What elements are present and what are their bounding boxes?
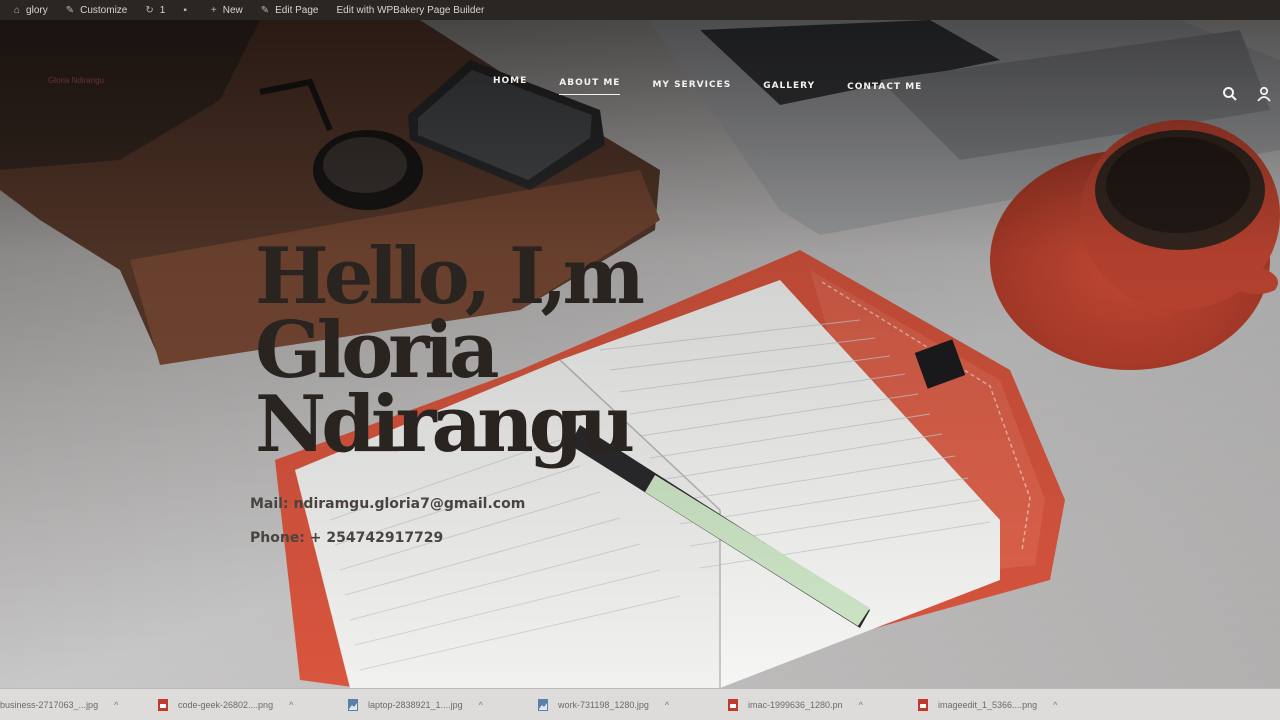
admin-bar-edit-page[interactable]: ✎ Edit Page: [261, 5, 319, 16]
download-item-name: business-2717063_...jpg: [0, 699, 99, 710]
plus-icon: +: [210, 4, 217, 16]
chevron-up-icon[interactable]: ^: [289, 700, 293, 710]
nav-item-my-services[interactable]: MY SERVICES: [652, 80, 731, 95]
admin-bar-comments[interactable]: ▪: [183, 5, 193, 16]
brush-icon: ✎: [65, 4, 75, 16]
chevron-up-icon[interactable]: ^: [665, 700, 669, 710]
download-item-name: code-geek-26802....png: [178, 699, 274, 710]
download-item[interactable]: business-2717063_...jpg ^: [0, 689, 150, 720]
download-item-name: laptop-2838921_1....jpg: [368, 699, 463, 710]
hero-section: Gloria Ndirangu HOME ABOUT ME MY SERVICE…: [0, 20, 1280, 688]
pencil-icon: ✎: [260, 4, 270, 16]
chevron-up-icon[interactable]: ^: [479, 700, 483, 710]
downloads-bar: business-2717063_...jpg ^ code-geek-2680…: [0, 688, 1280, 720]
download-item[interactable]: imageedit_1_5366....png ^: [910, 689, 1100, 720]
nav-item-contact-me[interactable]: CONTACT ME: [847, 82, 922, 95]
download-item-name: work-731198_1280.jpg: [558, 699, 649, 710]
contact-phone: Phone: + 254742917729: [250, 530, 444, 546]
hero-title: Hello, I,m Gloria Ndirangu: [255, 231, 675, 470]
main-navigation: HOME ABOUT ME MY SERVICES GALLERY CONTAC…: [493, 76, 954, 95]
hero-title-line: Gloria: [255, 305, 500, 396]
admin-bar-updates-count: 1: [159, 4, 166, 16]
admin-bar-site-label: glory: [26, 4, 48, 16]
admin-bar-updates[interactable]: ↻ 1: [145, 5, 165, 16]
wp-admin-bar: ⌂ glory ✎ Customize ↻ 1 ▪ + New ✎ Edit P…: [0, 0, 1280, 20]
download-item[interactable]: imac-1999636_1280.pn ^: [720, 689, 910, 720]
image-file-icon: [538, 698, 548, 711]
chevron-up-icon[interactable]: ^: [1053, 700, 1057, 710]
admin-bar-new[interactable]: + New: [211, 5, 243, 16]
admin-bar-customize-label: Customize: [80, 4, 128, 16]
admin-bar-wpbakery[interactable]: Edit with WPBakery Page Builder: [337, 5, 485, 16]
png-file-icon: [918, 698, 928, 711]
image-file-icon: [348, 698, 358, 711]
png-file-icon: [158, 698, 168, 711]
site-icon: ⌂: [14, 4, 21, 16]
contact-mail: Mail: ndiramgu.gloria7@gmail.com: [250, 496, 526, 512]
admin-bar-edit-page-label: Edit Page: [275, 4, 319, 16]
download-item[interactable]: work-731198_1280.jpg ^: [530, 689, 720, 720]
nav-item-home[interactable]: HOME: [493, 76, 527, 95]
hero-title-line: Hello, I,m: [255, 231, 645, 322]
download-item-name: imac-1999636_1280.pn: [748, 699, 843, 710]
admin-bar-customize[interactable]: ✎ Customize: [66, 5, 128, 16]
download-item-name: imageedit_1_5366....png: [938, 699, 1038, 710]
hero-title-line: Ndirangu: [255, 379, 635, 470]
nav-item-about-me[interactable]: ABOUT ME: [559, 78, 621, 95]
admin-bar-wpbakery-label: Edit with WPBakery Page Builder: [336, 4, 485, 16]
nav-item-gallery[interactable]: GALLERY: [763, 81, 815, 95]
download-item[interactable]: laptop-2838921_1....jpg ^: [340, 689, 530, 720]
user-icon[interactable]: [1256, 86, 1272, 102]
chevron-up-icon[interactable]: ^: [859, 700, 863, 710]
comment-icon: ▪: [183, 4, 187, 16]
nav-tools: [1222, 86, 1272, 102]
chevron-up-icon[interactable]: ^: [114, 700, 118, 710]
admin-bar-new-label: New: [222, 4, 243, 16]
site-logo[interactable]: Gloria Ndirangu: [48, 76, 104, 85]
refresh-icon: ↻: [145, 4, 154, 16]
admin-bar-site[interactable]: ⌂ glory: [14, 5, 48, 16]
search-icon[interactable]: [1222, 86, 1238, 102]
download-item[interactable]: code-geek-26802....png ^: [150, 689, 340, 720]
png-file-icon: [728, 698, 738, 711]
